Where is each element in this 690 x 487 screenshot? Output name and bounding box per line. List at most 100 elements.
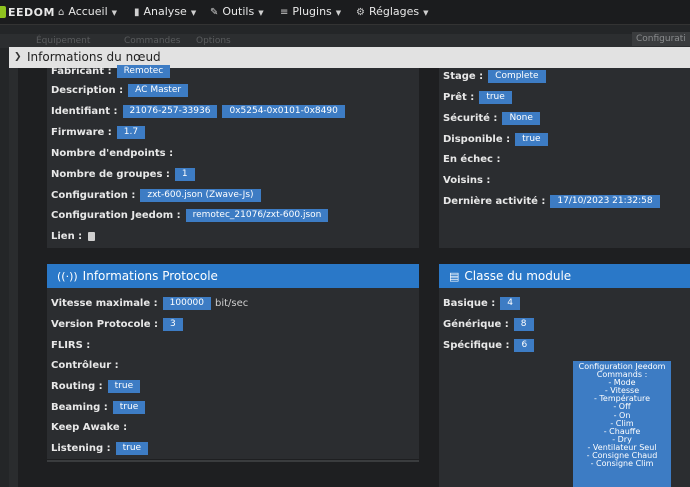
derniere-activite-label: Dernière activité : <box>443 196 546 207</box>
logo-text: EEDOM <box>8 6 55 19</box>
description-value: AC Master <box>128 83 189 97</box>
row-listening: Listening : true <box>51 441 149 457</box>
row-description: Description : AC Master <box>51 83 189 99</box>
row-identifiant: Identifiant : 21076-257-33936 0x5254-0x010… <box>51 104 345 120</box>
row-specifique: Spécifique : 6 <box>443 338 535 354</box>
cfg-line: - Consigne Clim <box>590 459 654 469</box>
identifiant-label: Identifiant : <box>51 106 118 117</box>
controleur-label: Contrôleur : <box>51 360 119 371</box>
stage-label: Stage : <box>443 71 484 82</box>
row-echec: En échec : <box>443 152 500 168</box>
tab-commandes: Commandes <box>124 36 181 46</box>
row-basique: Basique : 4 <box>443 296 521 312</box>
row-generique: Générique : 8 <box>443 317 534 333</box>
row-configuration: Configuration : zxt-600.json (Zwave-Js) <box>51 188 261 204</box>
pret-value: true <box>479 90 512 104</box>
chevron-down-icon: ▼ <box>111 9 118 17</box>
endpoints-label: Nombre d'endpoints : <box>51 148 174 159</box>
jeedom-logo[interactable]: EEDOM <box>0 4 54 20</box>
echec-label: En échec : <box>443 154 501 165</box>
listening-label: Listening : <box>51 443 111 454</box>
node-info-modal: ❯ Informations du nœud Fabricant : Remote… <box>9 47 690 487</box>
row-vitesse: Vitesse maximale : 100000 bit/sec <box>51 296 248 312</box>
nav-analyse[interactable]: ▮ Analyse ▼ <box>134 0 196 24</box>
chevron-down-icon: ▼ <box>258 9 264 17</box>
beaming-label: Beaming : <box>51 402 108 413</box>
node-status-panel: Stage : Complete Prêt : true Sécurité : Non… <box>439 68 690 248</box>
derniere-activite-value: 17/10/2023 21:32:58 <box>550 194 660 208</box>
firmware-value: 1.7 <box>116 125 146 139</box>
identifiant-value: 21076-257-33936 <box>122 104 218 118</box>
nav-outils[interactable]: ✎ Outils ▼ <box>210 0 264 24</box>
nav-accueil-label: Accueil <box>68 5 108 18</box>
vitesse-value: 100000 <box>162 296 211 310</box>
nav-accueil[interactable]: ⌂ Accueil ▼ <box>58 0 117 24</box>
keepawake-label: Keep Awake : <box>51 422 128 433</box>
config-jeedom-label: Configuration Jeedom : <box>51 210 181 221</box>
configuration-value: zxt-600.json (Zwave-Js) <box>140 188 261 202</box>
row-voisins: Voisins : <box>443 173 490 189</box>
voisins-label: Voisins : <box>443 175 491 186</box>
config-commands-badge: Configuration Jeedom Commands : - Mode -… <box>573 361 671 487</box>
routing-label: Routing : <box>51 381 103 392</box>
disponible-value: true <box>515 132 548 146</box>
chevron-down-icon: ▼ <box>335 9 342 17</box>
row-derniere-activite: Dernière activité : 17/10/2023 21:32:58 <box>443 194 660 210</box>
groupes-value: 1 <box>174 167 195 181</box>
nav-analyse-label: Analyse <box>143 5 187 18</box>
row-endpoints: Nombre d'endpoints : <box>51 146 173 162</box>
nav-outils-label: Outils <box>222 5 255 18</box>
row-fabricant: Fabricant : Remotec <box>51 64 171 80</box>
vitesse-label: Vitesse maximale : <box>51 298 158 309</box>
logo-mark-icon <box>0 6 6 18</box>
row-groupes: Nombre de groupes : 1 <box>51 167 195 183</box>
document-icon[interactable] <box>88 231 96 241</box>
identifiant-hex-value: 0x5254-0x0101-0x8490 <box>222 104 345 118</box>
gear-icon: ⚙ <box>356 7 365 18</box>
chevron-down-icon: ▼ <box>190 9 197 17</box>
row-securite: Sécurité : None <box>443 111 540 127</box>
generique-label: Générique : <box>443 319 509 330</box>
row-keep-awake: Keep Awake : <box>51 420 127 436</box>
row-pret: Prêt : true <box>443 90 512 106</box>
securite-value: None <box>502 111 540 125</box>
row-controleur: Contrôleur : <box>51 358 119 374</box>
listening-value: true <box>115 441 149 455</box>
chevron-right-icon: ❯ <box>14 52 22 62</box>
row-disponible: Disponible : true <box>443 132 548 148</box>
vitesse-unit: bit/sec <box>215 298 249 309</box>
tab-configuration[interactable]: Configurati <box>632 32 690 46</box>
nav-plugins[interactable]: ≡ Plugins ▼ <box>280 0 341 24</box>
protocol-panel-header: ((·)) Informations Protocole <box>47 264 419 288</box>
protocol-title: Informations Protocole <box>82 269 218 283</box>
configuration-label: Configuration : <box>51 190 136 201</box>
row-flirs: FLIRS : <box>51 338 90 354</box>
config-jeedom-value: remotec_21076/zxt-600.json <box>185 208 329 222</box>
node-info-panel: Fabricant : Remotec Description : AC Maste… <box>47 64 419 248</box>
row-config-jeedom: Configuration Jeedom : remotec_21076/zxt-… <box>51 208 329 224</box>
tab-equipement: Équipement <box>36 36 91 46</box>
module-class-title: Classe du module <box>464 269 572 283</box>
chevron-down-icon: ▼ <box>423 9 429 17</box>
lien-label: Lien : <box>51 231 83 242</box>
nav-reglages[interactable]: ⚙ Réglages ▼ <box>356 0 429 24</box>
nav-plugins-label: Plugins <box>292 5 332 18</box>
background-tabs: Équipement Commandes Options <box>0 34 690 48</box>
wrench-icon: ✎ <box>210 7 219 18</box>
protocol-panel: ((·)) Informations Protocole Vitesse maxi… <box>47 264 419 459</box>
nav-reglages-label: Réglages <box>368 5 420 18</box>
specifique-label: Spécifique : <box>443 340 510 351</box>
home-icon: ⌂ <box>58 7 65 18</box>
wifi-icon: ((·)) <box>57 270 78 283</box>
row-version-protocole: Version Protocole : 3 <box>51 317 183 333</box>
basique-label: Basique : <box>443 298 496 309</box>
firmware-label: Firmware : <box>51 127 112 138</box>
securite-label: Sécurité : <box>443 113 498 124</box>
generique-value: 8 <box>513 317 534 331</box>
description-label: Description : <box>51 85 124 96</box>
fabricant-value: Remotec <box>116 64 171 78</box>
bar-chart-icon: ▮ <box>134 7 140 18</box>
tab-options: Options <box>196 36 231 46</box>
row-firmware: Firmware : 1.7 <box>51 125 146 141</box>
modal-left-gutter <box>9 68 18 487</box>
